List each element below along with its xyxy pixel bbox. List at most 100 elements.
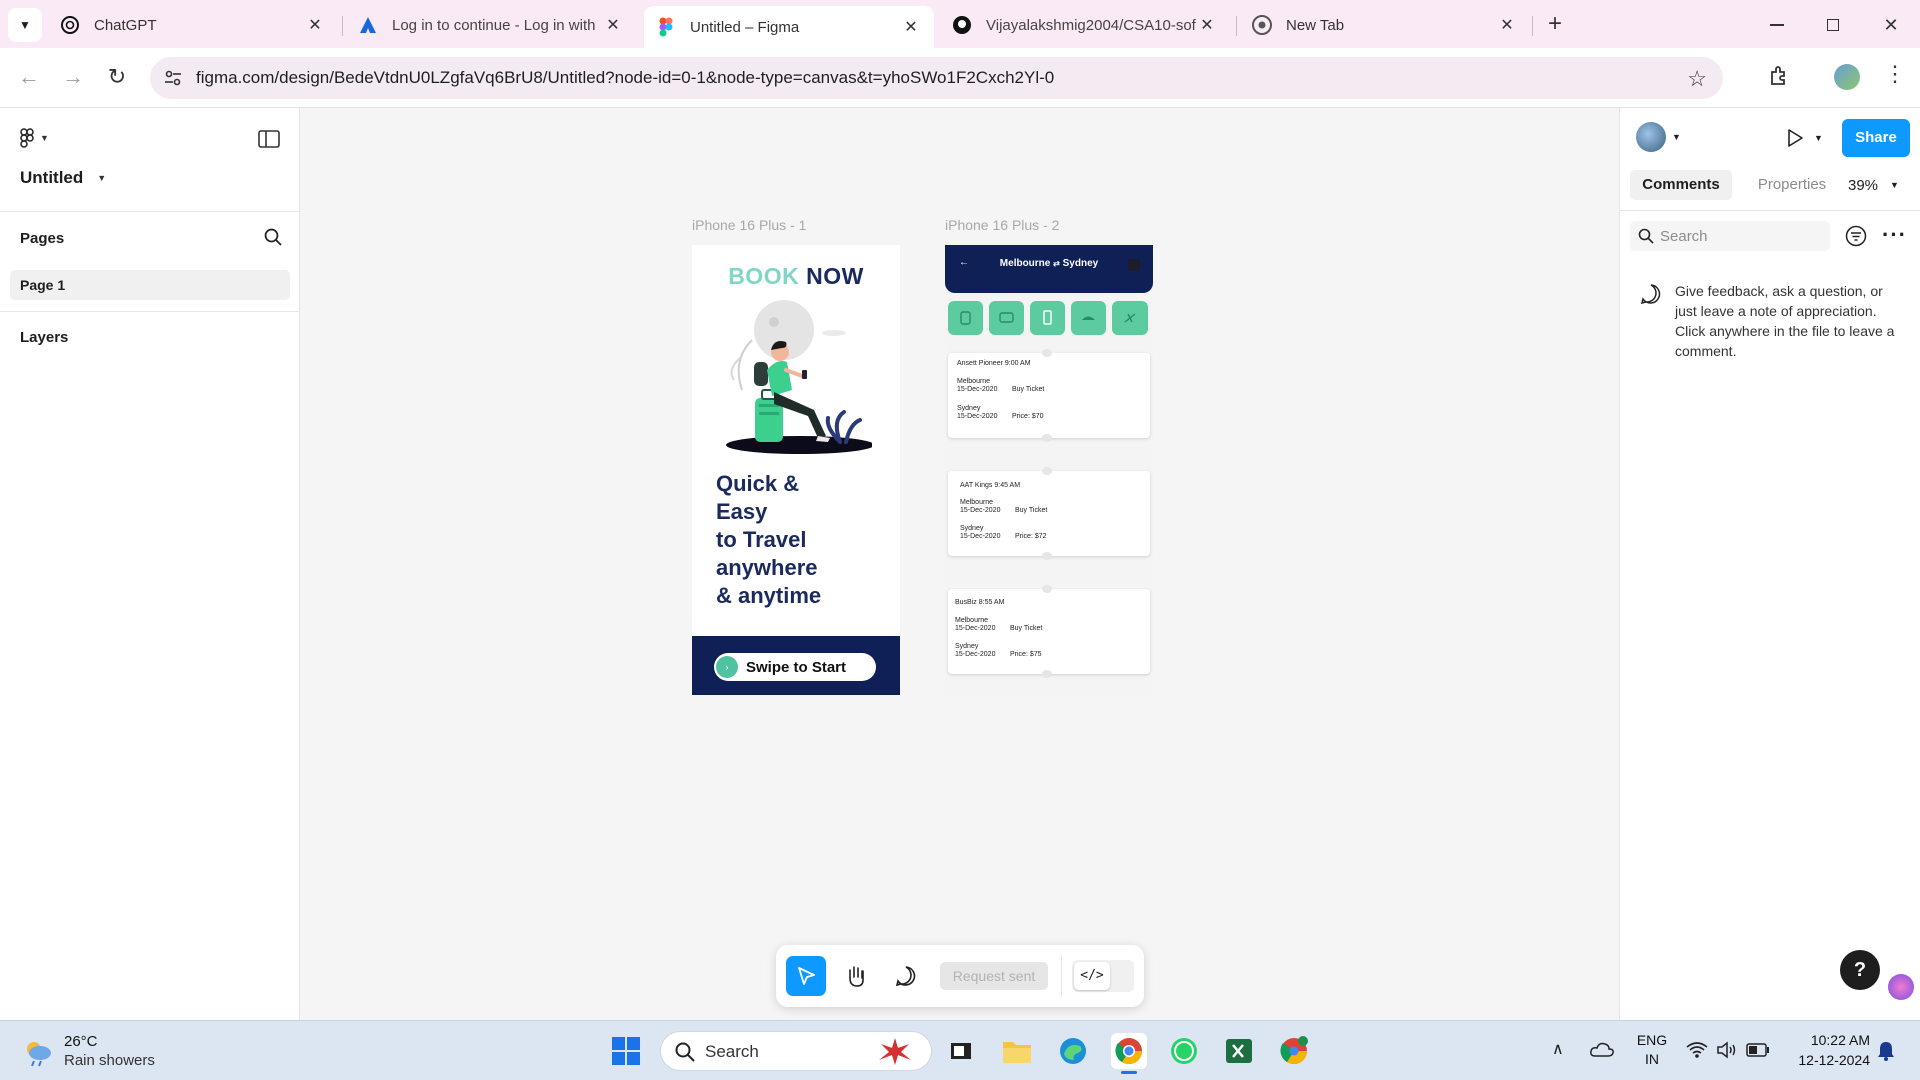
github-icon: [952, 15, 972, 35]
language-indicator[interactable]: ENG IN: [1636, 1031, 1668, 1069]
more-options-icon[interactable]: ···: [1882, 222, 1907, 248]
share-button[interactable]: Share: [1842, 119, 1910, 157]
show-hidden-icons[interactable]: ∧: [1552, 1039, 1564, 1059]
toggle-sidebar-icon[interactable]: [258, 130, 280, 148]
tab-comments[interactable]: Comments: [1630, 170, 1732, 200]
extensions-icon[interactable]: [1768, 64, 1792, 88]
iphone-frame-1[interactable]: BOOK NOW Quick & Easy to Travel anywhere…: [692, 245, 900, 695]
figma-logo-icon: [20, 128, 34, 148]
flight-mode-icon[interactable]: [1112, 301, 1148, 335]
browser-menu-icon[interactable]: ⋮: [1884, 62, 1906, 86]
hand-tool-icon[interactable]: [836, 956, 876, 996]
buy-ticket-link[interactable]: Buy Ticket: [1015, 507, 1047, 514]
restore-button[interactable]: [1816, 10, 1850, 40]
buy-ticket-link[interactable]: Buy Ticket: [1010, 625, 1042, 632]
car-mode-icon[interactable]: [1071, 301, 1106, 335]
bookmark-star-icon[interactable]: ☆: [1687, 66, 1707, 92]
tab-search-button[interactable]: ▼: [8, 8, 42, 42]
ticket-from: Melbourne: [957, 378, 991, 385]
taskbar-search[interactable]: Search: [660, 1031, 932, 1071]
rain-cloud-icon: [22, 1037, 54, 1067]
close-icon[interactable]: ✕: [1196, 14, 1218, 36]
forward-button[interactable]: →: [58, 63, 88, 93]
close-icon[interactable]: ✕: [900, 16, 922, 38]
iphone-frame-2[interactable]: ← Melbourne ⇄ Sydney Ansett Pioneer 9:00…: [945, 245, 1153, 695]
chrome-taskbar-icon[interactable]: [1111, 1033, 1147, 1074]
request-sent-button[interactable]: Request sent: [940, 962, 1048, 990]
tram-mode-icon[interactable]: [1030, 301, 1065, 335]
figma-right-panel: ▼ ▼ Share Comments Properties 39% ▼ Sear…: [1619, 108, 1920, 1020]
move-tool-button[interactable]: [786, 956, 826, 996]
buy-ticket-link[interactable]: Buy Ticket: [1012, 386, 1044, 393]
back-button[interactable]: ←: [14, 63, 44, 93]
tab-properties[interactable]: Properties: [1742, 170, 1842, 200]
traveler-illustration: [722, 300, 872, 460]
multiplayer-avatar-menu[interactable]: ▼: [1636, 122, 1681, 152]
task-view-icon[interactable]: [943, 1033, 979, 1069]
site-info-icon[interactable]: [164, 69, 182, 87]
ticket-price: Price: $75: [1010, 651, 1042, 658]
comment-hint: Give feedback, ask a question, or just l…: [1675, 283, 1895, 359]
figma-main-menu[interactable]: ▼: [20, 128, 49, 148]
filter-icon[interactable]: [1845, 225, 1867, 247]
tab-figma[interactable]: Untitled – Figma ✕: [644, 6, 934, 48]
battery-icon[interactable]: [1746, 1043, 1770, 1057]
tab-new-tab[interactable]: New Tab ✕: [1240, 6, 1530, 44]
comment-tool-icon[interactable]: [886, 956, 926, 996]
bus-mode-icon[interactable]: [989, 301, 1024, 335]
frame-label[interactable]: iPhone 16 Plus - 2: [945, 217, 1059, 233]
chevron-down-icon: ▼: [1890, 180, 1899, 190]
tab-chatgpt[interactable]: ChatGPT ✕: [48, 6, 338, 44]
wifi-icon[interactable]: [1686, 1041, 1708, 1059]
ticket-date: 15-Dec-2020: [955, 625, 996, 632]
tab-atlassian-login[interactable]: Log in to continue - Log in with ✕: [346, 6, 636, 44]
page-item-page-1[interactable]: Page 1: [10, 270, 290, 300]
address-bar[interactable]: figma.com/design/BedeVtdnU0LZgfaVq6BrU8/…: [150, 57, 1723, 99]
swipe-to-start-button[interactable]: › Swipe to Start: [714, 653, 876, 681]
ticket-card[interactable]: Ansett Pioneer 9:00 AM Melbourne 15-Dec-…: [948, 349, 1150, 442]
ticket-header: AAT Kings 9:45 AM: [960, 482, 1021, 489]
weather-temp: 26°C: [64, 1033, 98, 1050]
chrome-profile-icon[interactable]: [1276, 1033, 1312, 1069]
weather-desc: Rain showers: [64, 1052, 155, 1069]
ticket-card[interactable]: BusBiz 8:55 AM Melbourne 15-Dec-2020 Buy…: [948, 585, 1150, 678]
headline-line: Quick &: [716, 471, 800, 496]
close-icon[interactable]: ✕: [602, 14, 624, 36]
file-explorer-icon[interactable]: [999, 1033, 1035, 1069]
route-header: ← Melbourne ⇄ Sydney: [945, 245, 1153, 293]
close-icon[interactable]: ✕: [1496, 14, 1518, 36]
close-icon[interactable]: ✕: [304, 14, 326, 36]
profile-avatar[interactable]: [1834, 64, 1860, 90]
edge-icon[interactable]: [1055, 1033, 1091, 1069]
comment-search-field[interactable]: Search: [1630, 221, 1830, 251]
headline-line: to Travel: [716, 527, 807, 552]
play-icon: [1786, 128, 1804, 148]
help-button[interactable]: ?: [1840, 950, 1880, 990]
frame-label[interactable]: iPhone 16 Plus - 1: [692, 217, 806, 233]
profile-icon[interactable]: [1128, 259, 1140, 271]
window-close-button[interactable]: ✕: [1874, 10, 1908, 40]
request-sent-label: Request sent: [952, 968, 1036, 984]
ai-assistant-icon[interactable]: [1888, 974, 1914, 1000]
excel-icon[interactable]: [1221, 1033, 1257, 1069]
new-tab-button[interactable]: +: [1540, 10, 1570, 40]
comment-bubble-icon: [1640, 283, 1662, 305]
volume-icon[interactable]: [1716, 1041, 1738, 1059]
file-name-menu[interactable]: Untitled ▼: [20, 168, 106, 188]
minimize-button[interactable]: [1760, 10, 1794, 40]
present-button[interactable]: ▼: [1786, 128, 1823, 148]
notification-bell-icon[interactable]: [1876, 1040, 1896, 1062]
ticket-from: Melbourne: [955, 617, 989, 624]
clock[interactable]: 10:22 AM 12-12-2024: [1780, 1030, 1870, 1070]
start-button[interactable]: [608, 1033, 644, 1069]
train-mode-icon[interactable]: [948, 301, 983, 335]
onedrive-icon[interactable]: [1590, 1041, 1614, 1057]
ticket-card[interactable]: AAT Kings 9:45 AM Melbourne 15-Dec-2020 …: [948, 467, 1150, 560]
reload-button[interactable]: ↻: [102, 63, 132, 93]
dev-mode-toggle[interactable]: </>: [1072, 960, 1134, 992]
zoom-menu[interactable]: 39% ▼: [1842, 170, 1912, 200]
whatsapp-icon[interactable]: [1166, 1033, 1202, 1069]
search-pages-icon[interactable]: [264, 228, 282, 246]
weather-widget[interactable]: 26°C Rain showers: [18, 1031, 168, 1071]
tab-github[interactable]: Vijayalakshmig2004/CSA10-sof ✕: [940, 6, 1230, 44]
